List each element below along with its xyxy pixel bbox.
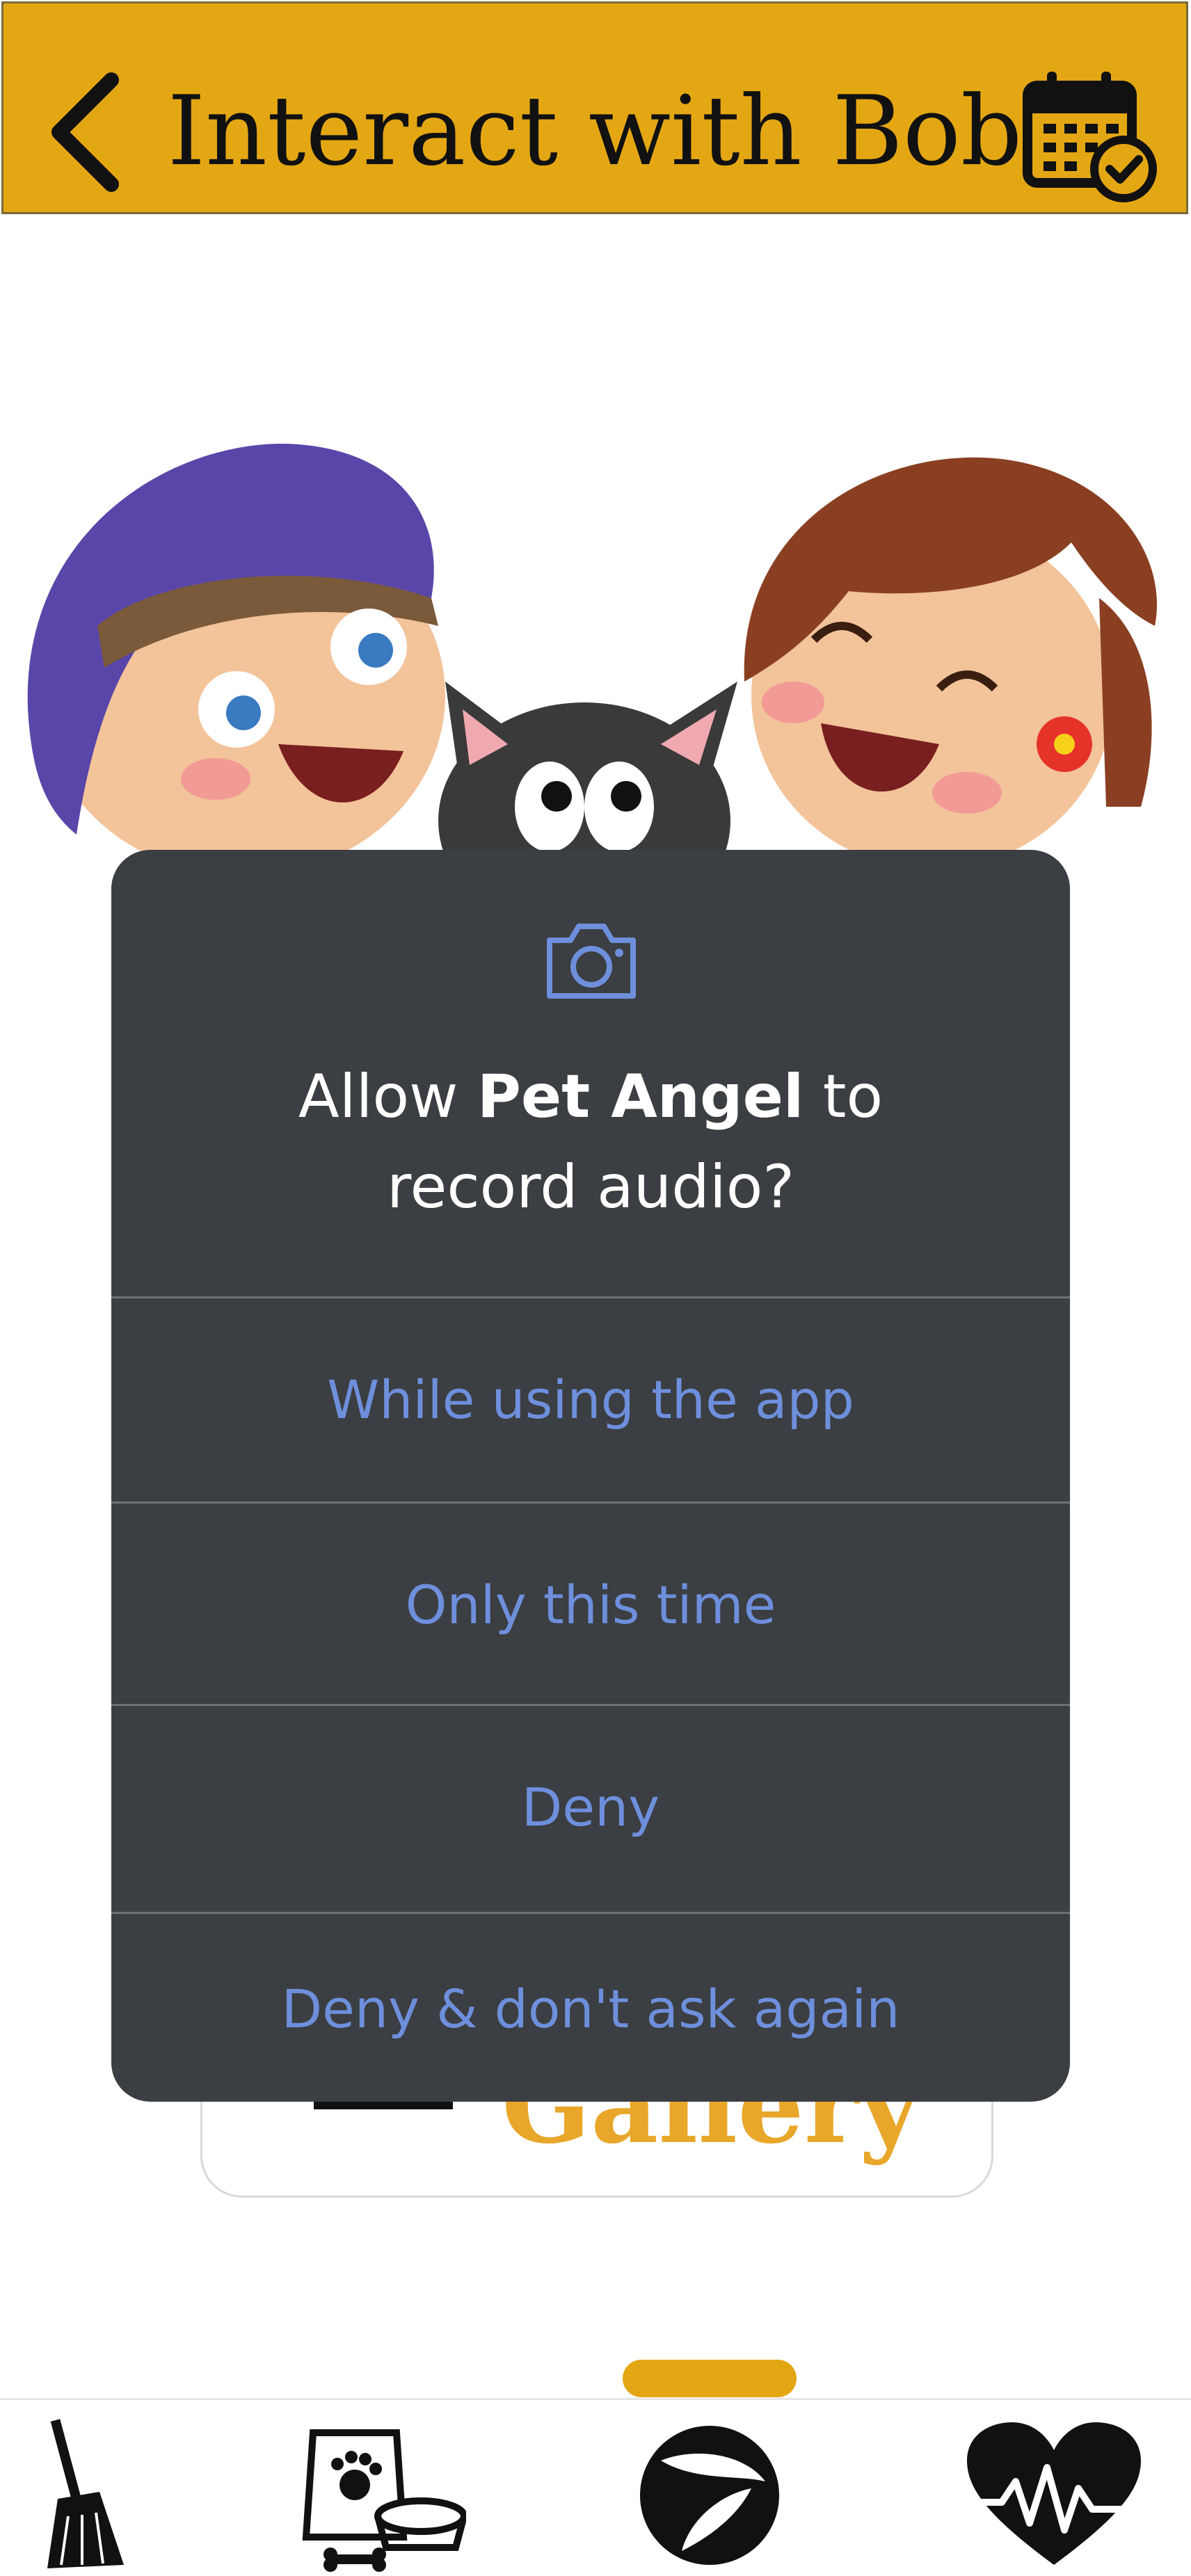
pet-food-icon[interactable] — [299, 2419, 466, 2572]
app-header: Interact with Bob — [1, 1, 1188, 214]
dialog-title: Allow Pet Angel to record audio? — [298, 1062, 884, 1222]
deny-button[interactable]: Deny — [111, 1704, 1070, 1908]
app-name: Pet Angel — [477, 1062, 804, 1132]
active-tab-indicator — [623, 2360, 797, 2397]
camera-icon — [547, 924, 636, 999]
permission-dialog: Allow Pet Angel to record audio? While u… — [111, 850, 1070, 2102]
ball-icon[interactable] — [633, 2419, 786, 2572]
deny-dont-ask-button[interactable]: Deny & don't ask again — [111, 1912, 1070, 2102]
divider — [0, 2398, 1191, 2400]
calendar-check-icon[interactable] — [1019, 65, 1158, 204]
page-title: Interact with Bob — [167, 75, 1023, 187]
allow-while-using-button[interactable]: While using the app — [111, 1296, 1070, 1500]
broom-icon[interactable] — [33, 2419, 131, 2572]
heartbeat-icon[interactable] — [960, 2419, 1148, 2572]
kids-with-cat-illustration — [27, 443, 1158, 876]
allow-once-button[interactable]: Only this time — [111, 1502, 1070, 1705]
